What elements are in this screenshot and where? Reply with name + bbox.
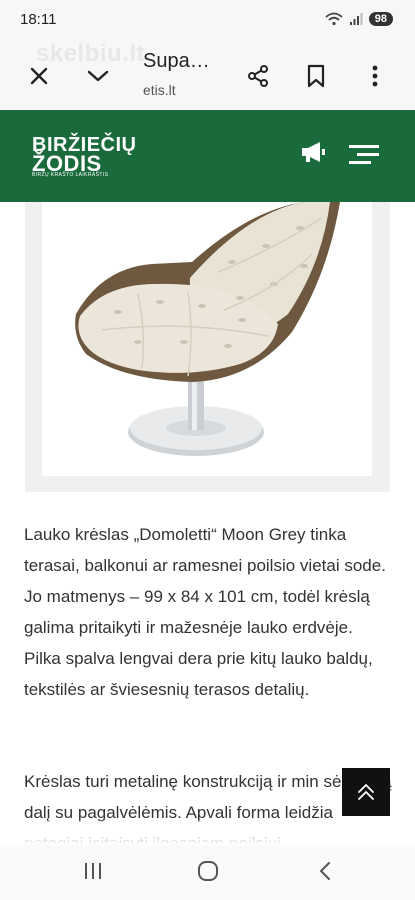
- arrow-up-icon: [358, 784, 374, 800]
- chevron-down-icon: [87, 70, 109, 82]
- signal-icon: [349, 13, 363, 25]
- home-icon: [198, 861, 218, 881]
- recents-button[interactable]: [75, 855, 111, 887]
- logo-tagline: BIRŽŲ KRAŠTO LAIKRAŠTIS: [32, 172, 109, 178]
- close-icon: [30, 67, 48, 85]
- battery-badge: 98: [368, 12, 393, 26]
- share-button[interactable]: [240, 58, 276, 94]
- close-button[interactable]: [21, 58, 57, 94]
- back-icon: [320, 862, 330, 880]
- page-domain[interactable]: etis.lt: [143, 82, 176, 98]
- wifi-icon: [325, 12, 343, 26]
- status-bar: 18:11 98: [0, 0, 415, 40]
- home-button[interactable]: [190, 855, 226, 887]
- status-icons: 98: [325, 12, 393, 26]
- article-image: [42, 202, 372, 476]
- back-button[interactable]: [307, 855, 343, 887]
- text-fade-overlay: [0, 820, 415, 845]
- article-paragraph-1: Lauko krėslas „Domoletti“ Moon Grey tink…: [24, 525, 386, 699]
- page-title[interactable]: Supa…: [143, 50, 210, 73]
- megaphone-icon[interactable]: [300, 141, 326, 163]
- recents-icon: [85, 863, 101, 879]
- chair-illustration: [75, 202, 340, 456]
- expand-button[interactable]: [80, 58, 116, 94]
- system-nav-bar: [0, 845, 415, 900]
- bookmark-icon: [307, 64, 325, 88]
- bookmark-button[interactable]: [298, 58, 334, 94]
- scroll-to-top-button[interactable]: [342, 768, 390, 816]
- status-time: 18:11: [20, 11, 57, 28]
- more-icon: [372, 65, 378, 87]
- more-button[interactable]: [357, 58, 393, 94]
- share-icon: [248, 65, 268, 87]
- menu-icon[interactable]: [349, 145, 379, 165]
- browser-toolbar: skelbiu.lt Supa… etis.lt: [0, 40, 415, 110]
